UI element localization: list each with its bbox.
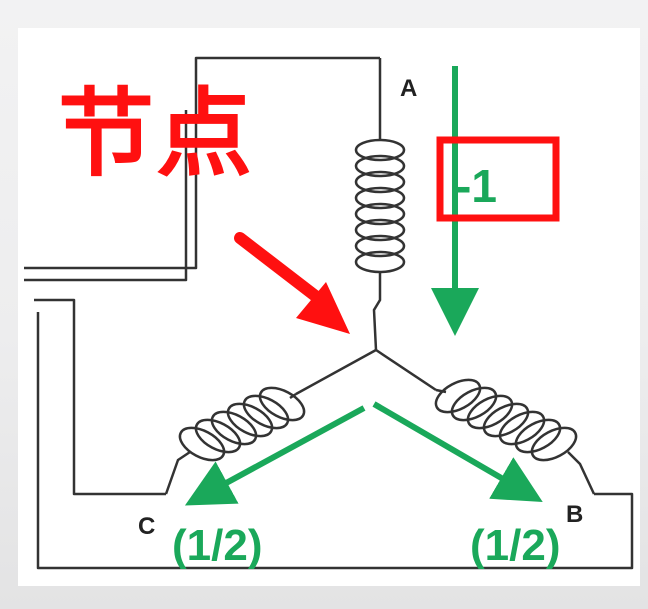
coil-b-icon [434, 378, 596, 495]
phase-b-label: B [566, 501, 583, 528]
coil-a-icon [354, 120, 406, 351]
current-c-value: (1/2) [172, 521, 262, 570]
red-arrow-icon [234, 232, 350, 334]
wire-c [34, 298, 166, 496]
phase-a-label: A [400, 75, 417, 102]
node-label: 节点 [58, 78, 254, 190]
phase-c-label: C [138, 513, 155, 540]
current-a-value: -1 [456, 160, 497, 212]
slide-frame: A B C -1 (1/2) (1/2) 节点 [0, 0, 648, 609]
current-b-value: (1/2) [470, 521, 560, 570]
current-arrow-b [372, 401, 543, 503]
neutral-junction [295, 348, 437, 396]
